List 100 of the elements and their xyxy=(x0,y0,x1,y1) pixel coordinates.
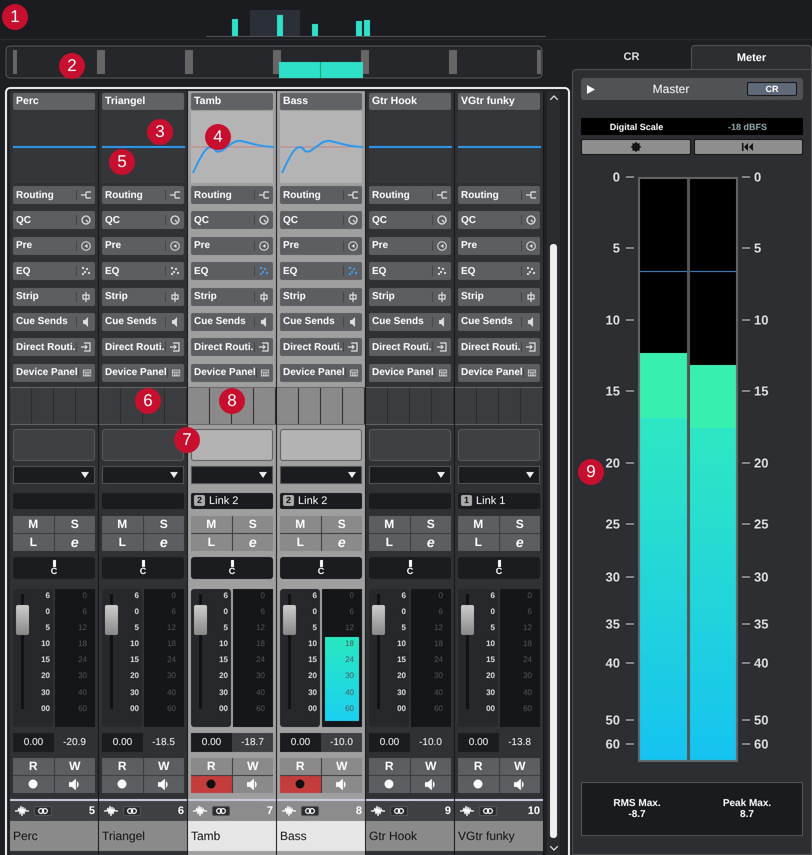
link-field[interactable]: 1 Link 1 xyxy=(458,492,540,509)
volume-value[interactable]: 0.00 xyxy=(369,732,410,752)
listen-button[interactable]: L xyxy=(280,534,320,551)
channel-name[interactable]: VGtr funky xyxy=(458,93,540,110)
channel-name[interactable]: Triangel xyxy=(99,820,187,851)
cr-button[interactable]: CR xyxy=(747,82,797,96)
channel-name[interactable]: Bass xyxy=(277,820,365,851)
section-button[interactable]: EQ xyxy=(102,262,184,280)
read-button[interactable]: R xyxy=(280,758,320,775)
listen-button[interactable]: L xyxy=(102,534,142,551)
record-button[interactable] xyxy=(102,776,142,793)
write-button[interactable]: W xyxy=(232,758,273,775)
section-button[interactable]: Routing xyxy=(369,186,451,204)
vertical-scrollbar[interactable] xyxy=(547,91,560,855)
section-button[interactable]: Device Panel xyxy=(191,364,273,382)
section-button[interactable]: Direct Routi. xyxy=(102,338,184,356)
solo-button[interactable]: S xyxy=(410,516,451,533)
pan-control[interactable]: C xyxy=(369,556,451,579)
link-toggle[interactable] xyxy=(34,806,52,816)
section-button[interactable]: Strip xyxy=(191,288,273,306)
channel-name[interactable]: Gtr Hook xyxy=(366,820,454,851)
section-button[interactable]: Routing xyxy=(191,186,273,204)
section-button[interactable]: Direct Routi. xyxy=(191,338,273,356)
channel-name[interactable]: Tamb xyxy=(188,820,276,851)
section-button[interactable]: EQ xyxy=(280,262,362,280)
dropdown-field[interactable] xyxy=(102,466,184,484)
pan-control[interactable]: C xyxy=(102,556,184,579)
edit-button[interactable]: e xyxy=(322,534,362,551)
solo-button[interactable]: S xyxy=(54,516,95,533)
volume-value[interactable]: 0.00 xyxy=(280,732,321,752)
section-button[interactable]: Cue Sends xyxy=(191,312,273,331)
section-button[interactable]: QC xyxy=(102,211,184,230)
volume-value[interactable]: 0.00 xyxy=(458,732,499,752)
section-button[interactable]: QC xyxy=(458,211,540,230)
mute-button[interactable]: M xyxy=(458,516,498,533)
section-button[interactable]: Direct Routi. xyxy=(13,338,95,356)
link-toggle[interactable] xyxy=(390,806,408,816)
section-button[interactable]: Strip xyxy=(369,288,451,306)
write-button[interactable]: W xyxy=(500,758,540,775)
volume-fader[interactable]: 6 0 5 10 15 20 30 00 xyxy=(102,588,142,727)
dropdown-field[interactable] xyxy=(369,466,451,484)
section-button[interactable]: Strip xyxy=(280,288,362,306)
channel-name[interactable]: Perc xyxy=(13,93,95,110)
fader-handle[interactable] xyxy=(461,604,474,635)
section-button[interactable]: Pre xyxy=(369,236,451,255)
fader-handle[interactable] xyxy=(283,604,296,635)
pan-control[interactable]: C xyxy=(458,556,540,579)
settings-button[interactable] xyxy=(581,139,690,155)
channel-name[interactable]: Tamb xyxy=(191,93,273,110)
listen-button[interactable]: L xyxy=(458,534,498,551)
edit-button[interactable]: e xyxy=(410,534,451,551)
solo-button[interactable]: S xyxy=(144,516,184,533)
section-button[interactable]: Strip xyxy=(102,288,184,306)
section-button[interactable]: Pre xyxy=(458,236,540,255)
fader-handle[interactable] xyxy=(372,604,385,635)
empty-slot[interactable] xyxy=(191,428,273,461)
volume-value[interactable]: 0.00 xyxy=(102,732,143,752)
fader-handle[interactable] xyxy=(16,604,29,635)
section-button[interactable]: QC xyxy=(191,211,273,230)
fader-handle[interactable] xyxy=(105,604,118,635)
listen-button[interactable]: L xyxy=(191,534,232,551)
write-button[interactable]: W xyxy=(54,758,95,775)
mute-button[interactable]: M xyxy=(102,516,142,533)
link-toggle[interactable] xyxy=(212,806,230,816)
section-button[interactable]: QC xyxy=(369,211,451,230)
section-button[interactable]: Routing xyxy=(458,186,540,204)
section-button[interactable]: Pre xyxy=(191,236,273,255)
mute-button[interactable]: M xyxy=(191,516,232,533)
dropdown-field[interactable] xyxy=(191,466,273,484)
read-button[interactable]: R xyxy=(369,758,410,775)
eq-display[interactable] xyxy=(458,111,540,183)
chevron-down-icon[interactable] xyxy=(550,846,558,851)
section-button[interactable]: EQ xyxy=(458,262,540,280)
empty-slot[interactable] xyxy=(280,428,362,461)
write-button[interactable]: W xyxy=(144,758,184,775)
panel-tab[interactable]: Meter xyxy=(691,45,812,69)
link-toggle[interactable] xyxy=(479,806,497,816)
volume-fader[interactable]: 6 0 5 10 15 20 30 00 xyxy=(280,588,320,727)
channel-name[interactable]: Triangel xyxy=(102,93,184,110)
section-button[interactable]: Strip xyxy=(13,288,95,306)
volume-value[interactable]: 0.00 xyxy=(191,732,232,752)
listen-button[interactable]: L xyxy=(369,534,410,551)
channel-name[interactable]: Bass xyxy=(280,93,362,110)
section-button[interactable]: Direct Routi. xyxy=(369,338,451,356)
mute-button[interactable]: M xyxy=(13,516,54,533)
section-button[interactable]: Device Panel xyxy=(458,364,540,382)
monitor-button[interactable] xyxy=(232,776,273,793)
section-button[interactable]: Pre xyxy=(280,236,362,255)
section-button[interactable]: Routing xyxy=(280,186,362,204)
section-button[interactable]: Cue Sends xyxy=(458,312,540,331)
pan-control[interactable]: C xyxy=(280,556,362,579)
section-button[interactable]: Cue Sends xyxy=(102,312,184,331)
chevron-up-icon[interactable] xyxy=(550,95,558,100)
section-button[interactable]: Cue Sends xyxy=(280,312,362,331)
dropdown-field[interactable] xyxy=(13,466,95,484)
eq-display[interactable] xyxy=(191,111,273,183)
pan-control[interactable]: C xyxy=(13,556,95,579)
section-button[interactable]: Device Panel xyxy=(13,364,95,382)
record-button[interactable] xyxy=(458,776,498,793)
eq-display[interactable] xyxy=(369,111,451,183)
